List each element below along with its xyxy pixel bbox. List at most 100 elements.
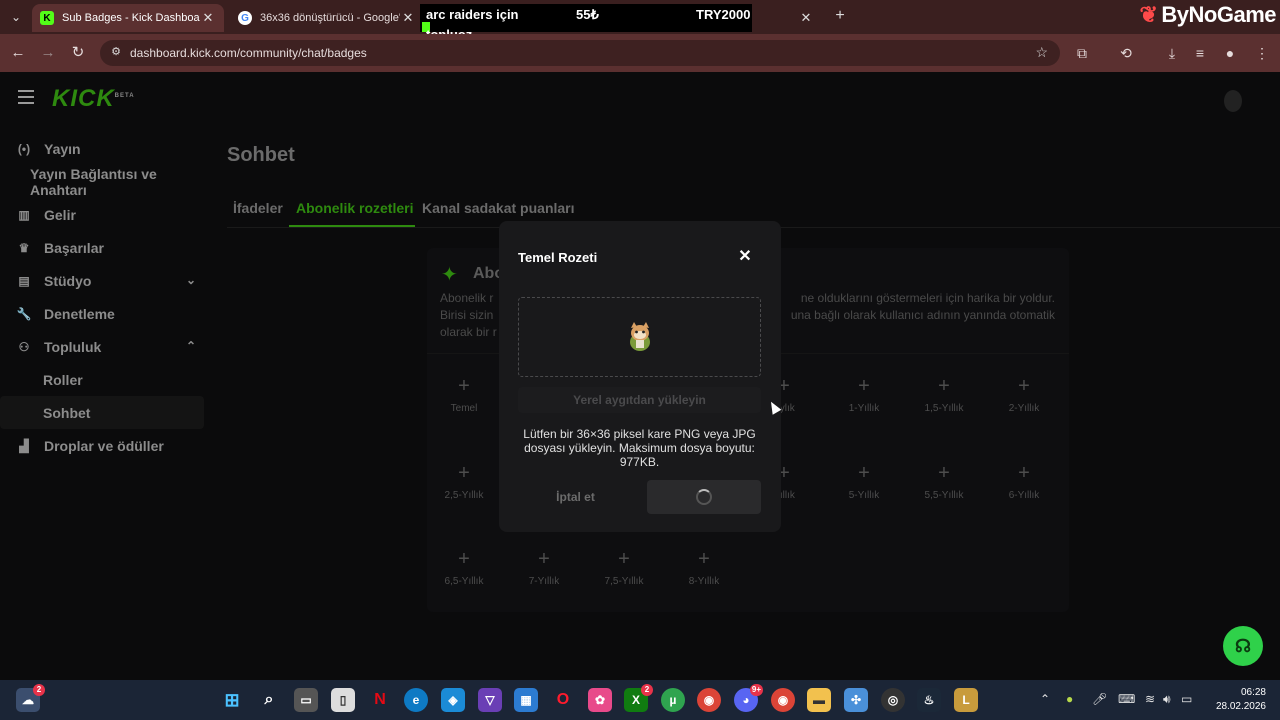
active-tab-indicator <box>289 225 415 227</box>
badge-slot-2-yillik[interactable]: +2-Yıllık <box>984 371 1064 414</box>
file-explorer-icon[interactable]: ▬ <box>807 688 831 712</box>
community-icon: ⚇ <box>18 339 30 354</box>
system-clock[interactable]: 06:28 28.02.2026 <box>1216 686 1266 714</box>
battery-icon[interactable]: ▭ <box>1181 692 1192 706</box>
bookmark-star-icon[interactable]: ☆ <box>1035 44 1048 61</box>
sidebar-item-roller[interactable]: Roller <box>0 363 210 396</box>
tab-channel-points[interactable]: Kanal sadakat puanları <box>422 200 575 216</box>
badge-slot-6-5-yillik[interactable]: +6,5-Yıllık <box>424 544 504 587</box>
netflix-icon[interactable]: N <box>368 688 392 712</box>
badge-slot-1-yillik[interactable]: +1-Yıllık <box>824 371 904 414</box>
tab-search-chevron-icon[interactable]: ⌄ <box>6 7 26 27</box>
xbox-icon[interactable]: X2 <box>624 684 653 712</box>
profile-avatar-icon[interactable]: ● <box>1220 43 1240 63</box>
league-client-icon[interactable]: L <box>954 688 978 712</box>
sidebar-item-droplar[interactable]: ▟ Droplar ve ödüller <box>0 429 210 462</box>
support-chat-button[interactable]: ☊ <box>1223 626 1263 666</box>
microsoft-store-icon[interactable]: ▦ <box>514 688 538 712</box>
badge-slot-temel[interactable]: + Temel <box>424 371 504 414</box>
sparkle-icon: ✦ <box>441 264 458 286</box>
media-control-icon[interactable]: ≡ <box>1190 43 1210 63</box>
new-tab-icon[interactable]: + <box>830 7 850 27</box>
sidebar-item-yayin[interactable]: (•) Yayın <box>0 132 210 165</box>
sidebar-nav: (•) Yayın Yayın Bağlantısı ve Anahtarı ▥… <box>0 132 210 462</box>
badge-slot-5-5-yillik[interactable]: +5,5-Yıllık <box>904 458 984 501</box>
close-tab-icon[interactable]: ✕ <box>400 10 416 26</box>
chrome-active-icon[interactable]: ◉ <box>771 688 795 712</box>
badge-slot-6-yillik[interactable]: +6-Yıllık <box>984 458 1064 501</box>
windows-start-icon[interactable]: ⊞ <box>220 688 244 712</box>
close-tab-icon[interactable]: ✕ <box>798 10 814 26</box>
forward-arrow-icon[interactable]: → <box>38 43 58 63</box>
reload-icon[interactable]: ↻ <box>68 43 88 63</box>
sidebar-item-topluluk[interactable]: ⚇ Topluluk ⌃ <box>0 330 210 363</box>
search-icon[interactable]: ⌕ <box>257 688 281 712</box>
plus-icon: + <box>938 375 950 397</box>
badge-dropzone[interactable] <box>518 297 761 377</box>
back-arrow-icon[interactable]: ← <box>8 43 28 63</box>
close-tab-icon[interactable]: ✕ <box>200 10 216 26</box>
weather-widget-icon[interactable]: ☁ 2 <box>16 684 45 712</box>
task-view-icon[interactable]: ▭ <box>294 688 318 712</box>
tray-app-icon[interactable]: ● <box>1066 692 1073 706</box>
site-info-icon[interactable]: ⚙ <box>108 45 124 61</box>
sidebar-item-studyo[interactable]: ▤ Stüdyo ⌄ <box>0 264 210 297</box>
badge-slot-7-5-yillik[interactable]: +7,5-Yıllık <box>584 544 664 587</box>
history-icon[interactable]: ⟲ <box>1116 43 1136 63</box>
browser-tab-kick[interactable]: K Sub Badges - Kick Dashboard ✕ <box>32 4 224 32</box>
sidebar-item-denetleme[interactable]: 🔧 Denetleme <box>0 297 210 330</box>
network-app-icon[interactable]: ✣ <box>844 688 868 712</box>
edge-icon[interactable]: e <box>404 688 428 712</box>
browser-tab-google[interactable]: G 36x36 dönüştürücü - Google'da ✕ <box>230 4 424 32</box>
chevron-down-icon[interactable]: ⌄ <box>186 273 196 287</box>
steam-icon[interactable]: ♨ <box>917 688 941 712</box>
chevron-up-icon[interactable]: ⌃ <box>186 339 196 353</box>
microphone-icon[interactable]: 🎤︎ <box>1092 692 1107 706</box>
upload-hint: Lütfen bir 36×36 piksel kare PNG veya JP… <box>523 427 756 469</box>
tab-sub-badges[interactable]: Abonelik rozetleri <box>296 200 413 216</box>
drops-icon: ▟ <box>19 438 29 453</box>
obs-icon[interactable]: ◎ <box>881 688 905 712</box>
menu-kebab-icon[interactable]: ⋮ <box>1252 43 1272 63</box>
save-button[interactable] <box>647 480 761 514</box>
tray-chevron-up-icon[interactable]: ⌃ <box>1040 692 1050 706</box>
download-icon[interactable]: ⤓ <box>1162 43 1182 63</box>
close-icon[interactable]: ✕ <box>735 247 755 267</box>
badge-slot-7-yillik[interactable]: +7-Yıllık <box>504 544 584 587</box>
discord-icon[interactable]: ◕ 9+ <box>734 684 763 712</box>
plus-icon: + <box>858 375 870 397</box>
tab-emotes[interactable]: İfadeler <box>233 200 283 216</box>
keyboard-icon[interactable]: ⌨ <box>1118 692 1135 706</box>
sidebar-item-stream-key[interactable]: Yayın Bağlantısı ve Anahtarı <box>0 165 210 198</box>
upload-from-device-button[interactable]: Yerel aygıtdan yükleyin <box>518 387 761 413</box>
kick-logo[interactable]: KICKBETA <box>52 85 135 113</box>
copilot-icon[interactable]: ✿ <box>588 688 612 712</box>
badge-preview-image <box>630 322 650 351</box>
app-store-icon[interactable]: ◈ <box>441 688 465 712</box>
kick-favicon-icon: K <box>40 11 54 25</box>
revenue-icon: ▥ <box>18 207 30 222</box>
hamburger-menu-icon[interactable] <box>18 90 34 104</box>
alert-message: arc raiders için <box>426 7 519 22</box>
badge-slot-1-5-yillik[interactable]: +1,5-Yıllık <box>904 371 984 414</box>
sidebar-item-basarilar[interactable]: ♛ Başarılar <box>0 231 210 264</box>
wifi-icon[interactable]: ≋ <box>1145 692 1155 706</box>
sidebar-item-gelir[interactable]: ▥ Gelir <box>0 198 210 231</box>
user-avatar[interactable] <box>1224 90 1242 112</box>
opera-gx-icon[interactable]: O <box>551 688 575 712</box>
badge-slot-8-yillik[interactable]: +8-Yıllık <box>664 544 744 587</box>
extensions-icon[interactable]: ⧉ <box>1072 43 1092 63</box>
sidebar-item-sohbet[interactable]: Sohbet <box>0 396 204 429</box>
google-favicon-icon: G <box>238 11 252 25</box>
utorrent-icon[interactable]: µ <box>661 688 685 712</box>
badge-slot-5-yillik[interactable]: +5-Yıllık <box>824 458 904 501</box>
volume-icon[interactable]: 🔊︎ <box>1163 692 1171 707</box>
windows-taskbar: ☁ 2 ⊞ ⌕ ▭ ▯ N e ◈ ▽ ▦ O ✿ X2 µ ◉ ◕ 9+ ◉ ▬ … <box>0 680 1280 720</box>
cancel-button[interactable]: İptal et <box>518 480 633 514</box>
url-text[interactable]: dashboard.kick.com/community/chat/badges <box>130 46 367 60</box>
chrome-icon[interactable]: ◉ <box>697 688 721 712</box>
badge-slot-2-5-yillik[interactable]: +2,5-Yıllık <box>424 458 504 501</box>
proton-vpn-icon[interactable]: ▽ <box>478 688 502 712</box>
notepad-icon[interactable]: ▯ <box>331 688 355 712</box>
address-bar[interactable]: ⚙ dashboard.kick.com/community/chat/badg… <box>100 40 1060 66</box>
